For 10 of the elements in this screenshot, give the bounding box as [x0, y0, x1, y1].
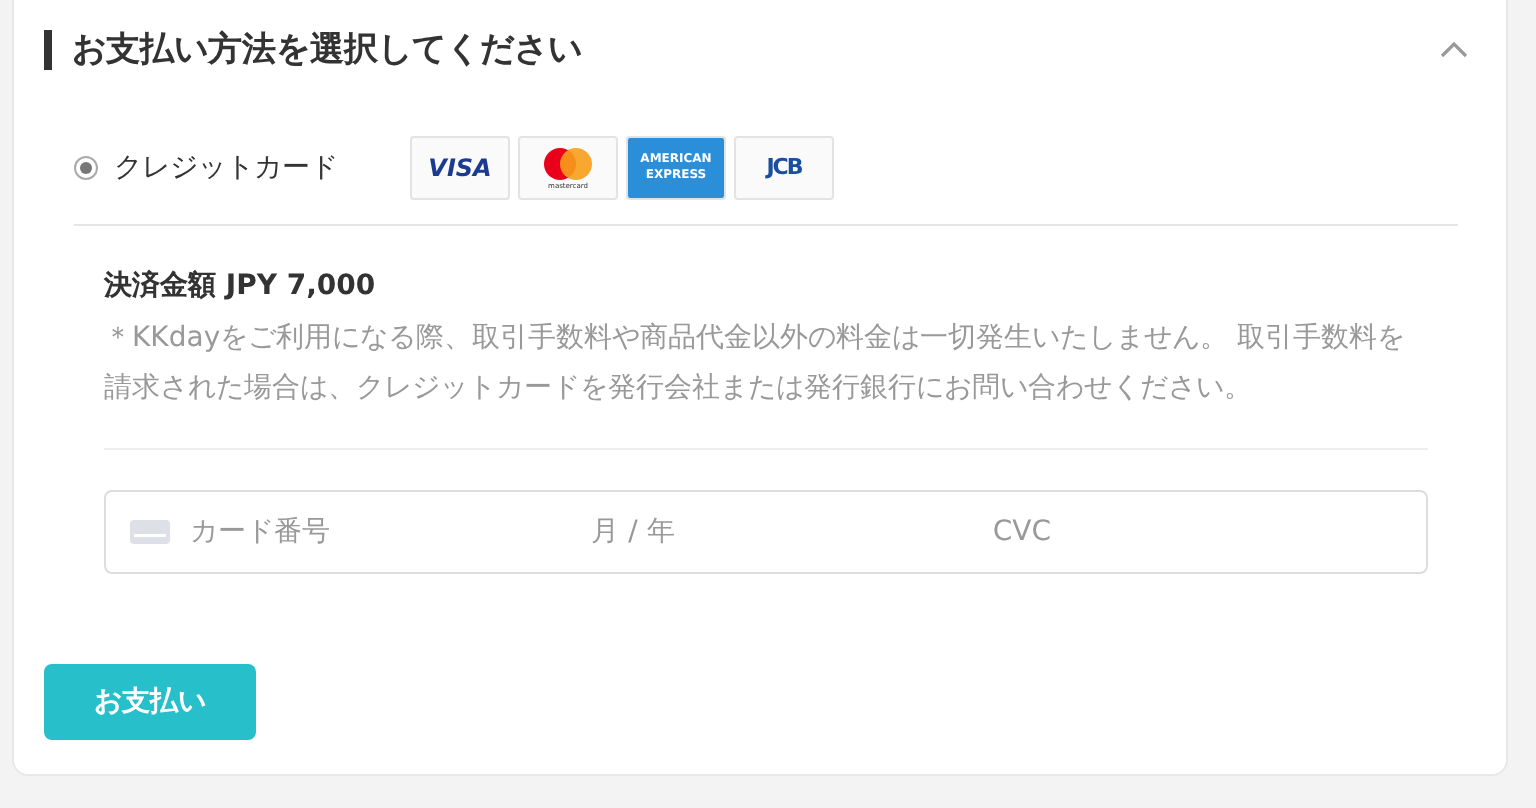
- payment-amount: 決済金額 JPY 7,000: [104, 268, 378, 306]
- chevron-up-icon[interactable]: [1440, 40, 1468, 60]
- payment-method-label[interactable]: クレジットカード: [114, 147, 410, 189]
- fee-notice: ＊KKdayをご利用になる際、取引手数料や商品代金以外の料金は一切発生いたしません。 取引手数料を請求された場合は、クレジットカードを発行会社または発行銀行にお問い合わせください。: [104, 320, 1408, 408]
- card-input-field[interactable]: カード番号 月 / 年 CVC: [104, 490, 1428, 574]
- radio-button[interactable]: [74, 156, 98, 180]
- credit-card-icon: [130, 518, 170, 546]
- card-brand-logo: JCB: [734, 136, 834, 200]
- section-title: お支払い方法を選択してください: [44, 30, 582, 70]
- card-brand-logo: VISA: [410, 136, 510, 200]
